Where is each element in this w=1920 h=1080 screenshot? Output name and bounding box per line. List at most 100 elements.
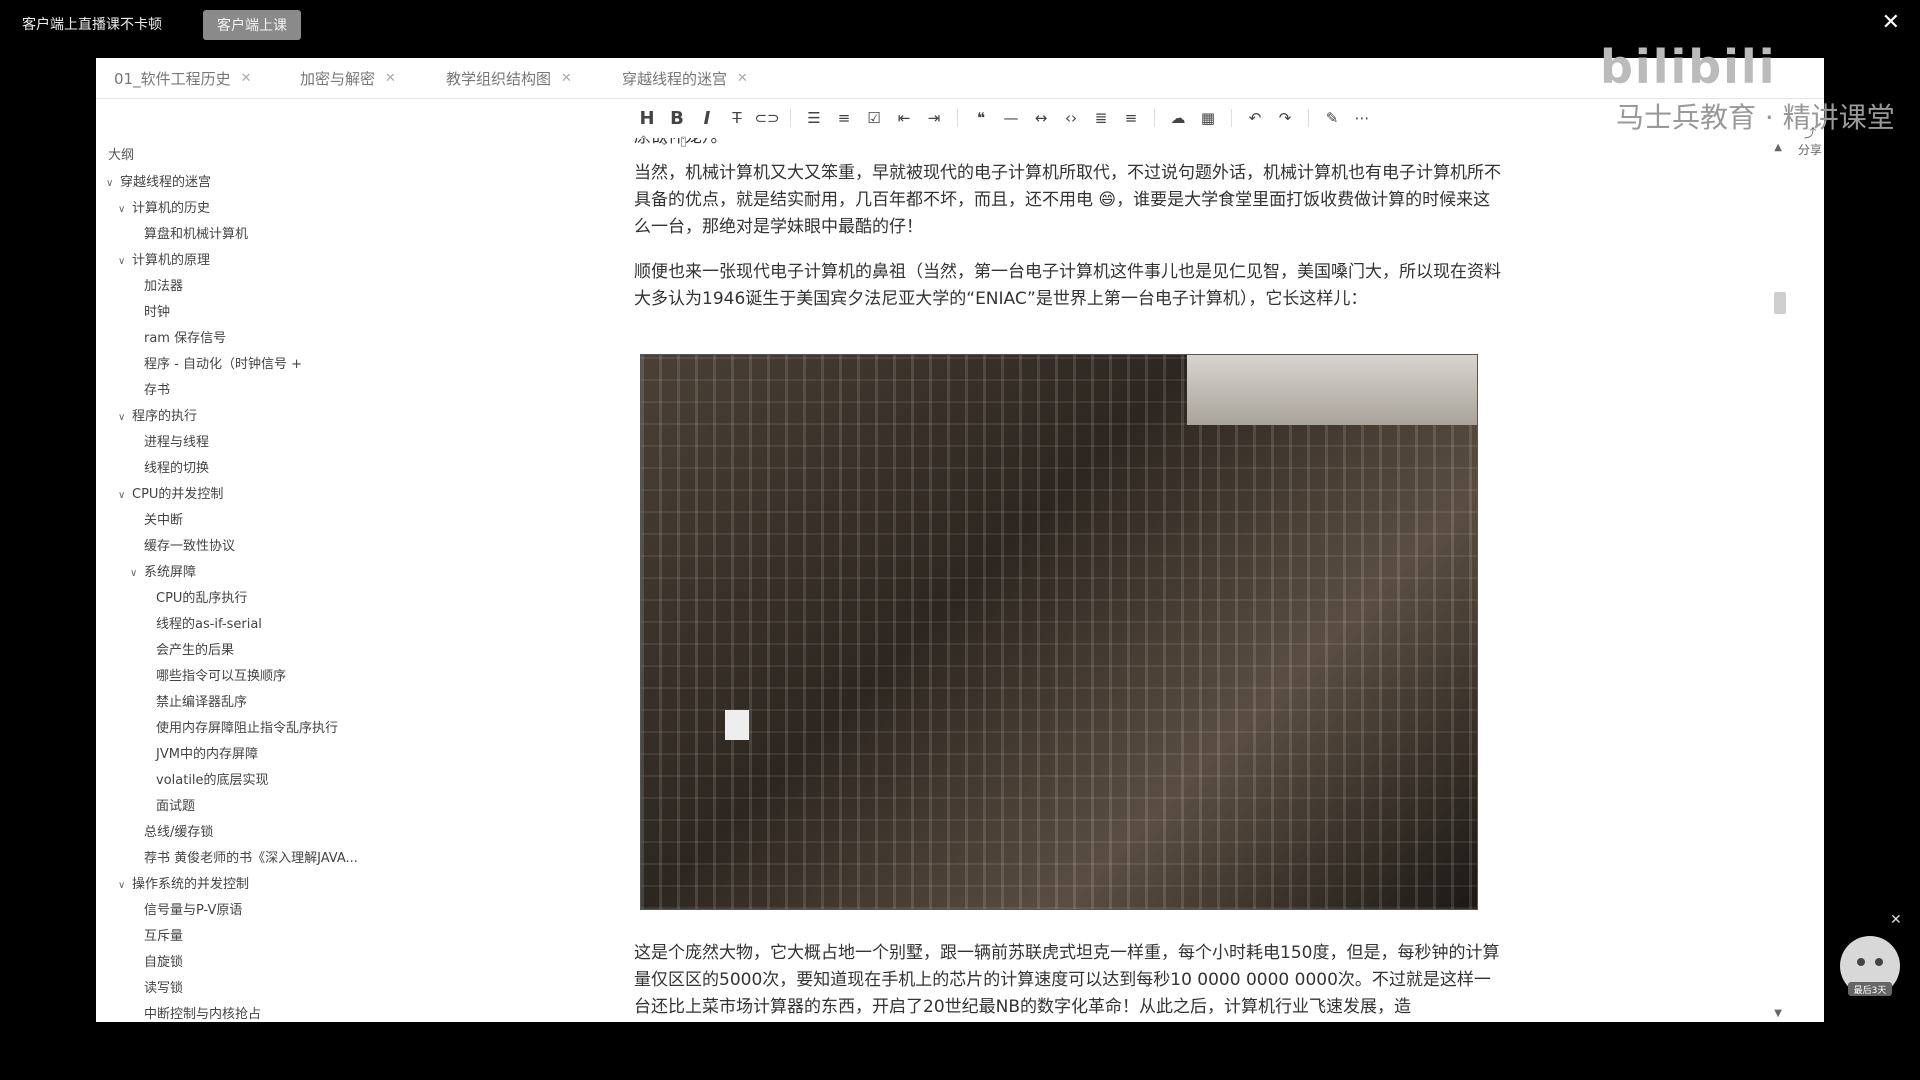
chevron-down-icon[interactable]: ∨ [130,561,144,587]
outline-item-label: 加法器 [144,279,184,294]
chevron-down-icon[interactable]: ∨ [118,483,132,509]
tab-software-history[interactable]: 01_软件工程历史 ✕ [114,68,252,89]
cloud-icon[interactable]: ☁ [1167,107,1189,129]
outline-item[interactable]: CPU的乱序执行 [106,586,358,612]
tab-encryption[interactable]: 加密与解密 ✕ [300,68,396,89]
outline-item[interactable]: 哪些指令可以互换顺序 [106,664,358,690]
outline-item[interactable]: 关中断 [106,508,358,534]
chevron-down-icon[interactable]: ∨ [118,405,132,431]
tab-org-chart[interactable]: 教学组织结构图 ✕ [446,68,572,89]
outline-item-label: CPU的乱序执行 [156,591,248,606]
outline-item[interactable]: ∨ 程序的执行 [106,404,358,430]
outline-item-label: 读写锁 [144,981,184,996]
pen-icon[interactable]: ✎ [1321,107,1343,129]
scroll-up-arrow[interactable]: ▲ [1774,142,1782,153]
quote-icon[interactable]: ❝ [970,107,992,129]
outline-item-label: 使用内存屏障阻止指令乱序执行 [156,721,339,736]
table-icon[interactable]: ▦ [1197,107,1219,129]
indent-decrease-icon[interactable]: ⇤ [893,107,915,129]
toolbar-divider [957,109,958,127]
client-class-button[interactable]: 客户端上课 [203,10,301,40]
outline-item-label: JVM中的内存屏障 [156,747,258,762]
strikethrough-icon[interactable]: T [726,107,748,129]
outline-item-label: CPU的并发控制 [132,487,224,502]
tab-close-icon[interactable]: ✕ [241,71,252,86]
chevron-down-icon[interactable]: ∨ [118,197,132,223]
horizontal-rule-icon[interactable]: — [1000,107,1022,129]
outline-item[interactable]: 禁止编译器乱序 [106,690,358,716]
tab-close-icon[interactable]: ✕ [737,71,748,86]
more-icon[interactable]: ⋯ [1351,107,1373,129]
outline-item-label: 关中断 [144,513,184,528]
outline-item-label: volatile的底层实现 [156,773,269,788]
align-icon[interactable]: ≣ [1090,107,1112,129]
tab-thread-maze[interactable]: 穿越线程的迷宫 ✕ [622,68,748,89]
outline-item[interactable]: 互斥量 [106,924,358,950]
photo-window-area [1187,355,1477,425]
outline-item[interactable]: 会产生的后果 [106,638,358,664]
chevron-down-icon[interactable]: ∨ [118,249,132,275]
code-block-icon[interactable]: ↔ [1030,107,1052,129]
outline-item[interactable]: ∨ 穿越线程的迷宫 [106,170,358,196]
toolbar-divider [1154,109,1155,127]
outline-item-label: 时钟 [144,305,171,320]
scrollbar-thumb[interactable] [1774,292,1786,314]
chevron-down-icon[interactable]: ∨ [106,171,120,197]
outline-item[interactable]: 进程与线程 [106,430,358,456]
outline-item-label: 计算机的原理 [132,253,211,268]
outline-item[interactable]: ram 保存信号 [106,326,358,352]
close-icon[interactable]: ✕ [1882,10,1900,35]
outline-item[interactable]: 读写锁 [106,976,358,1002]
site-watermark: bilibili [1600,40,1777,94]
outline-item[interactable]: JVM中的内存屏障 [106,742,358,768]
outline-item[interactable]: volatile的底层实现 [106,768,358,794]
outline-item-label: 程序 - 自动化（时钟信号 + [144,357,302,372]
outline-item-label: 总线/缓存锁 [144,825,214,840]
outline-item[interactable]: 时钟 [106,300,358,326]
redo-icon[interactable]: ↷ [1274,107,1296,129]
outline-item[interactable]: 线程的切换 [106,456,358,482]
outline-item[interactable]: 荐书 黄俊老师的书《深入理解JAVA... [106,846,358,872]
outline-item-label: 缓存一致性协议 [144,539,236,554]
indent-increase-icon[interactable]: ⇥ [923,107,945,129]
heading-icon[interactable]: H [636,107,658,129]
eniac-photo [640,354,1478,910]
outline-item[interactable]: 缓存一致性协议 [106,534,358,560]
outline-item[interactable]: ∨ CPU的并发控制 [106,482,358,508]
outline-item[interactable]: 自旋锁 [106,950,358,976]
outline-item[interactable]: 总线/缓存锁 [106,820,358,846]
format-icon[interactable]: ≡ [1120,107,1142,129]
outline-item[interactable]: 线程的as-if-serial [106,612,358,638]
clipped-line: 原欲仲宠）。 [634,138,1504,151]
outline-item[interactable]: ∨ 计算机的历史 [106,196,358,222]
scroll-down-arrow[interactable]: ▼ [1774,1008,1782,1019]
bullet-list-icon[interactable]: ☰ [803,107,825,129]
outline-item[interactable]: 面试题 [106,794,358,820]
inline-code-icon[interactable]: ‹› [1060,107,1082,129]
italic-icon[interactable]: I [696,107,718,129]
outline-item-label: 自旋锁 [144,955,184,970]
outline-item[interactable]: 使用内存屏障阻止指令乱序执行 [106,716,358,742]
outline-item-label: 荐书 黄俊老师的书《深入理解JAVA... [144,851,358,866]
outline-item[interactable]: 中断控制与内核抢占 [106,1002,358,1028]
outline-item[interactable]: 存书 [106,378,358,404]
close-icon[interactable]: ✕ [1890,912,1902,928]
numbered-list-icon[interactable]: ≡ [833,107,855,129]
link-icon[interactable]: ⊂⊃ [754,107,779,129]
checkbox-icon[interactable]: ☑ [863,107,885,129]
paragraph-3: 这是个庞然大物，它大概占地一个别墅，跟一辆前苏联虎式坦克一样重，每个小时耗电15… [634,943,1500,1017]
tab-close-icon[interactable]: ✕ [385,71,396,86]
outline-item[interactable]: 信号量与P-V原语 [106,898,358,924]
outline-item[interactable]: ∨ 操作系统的并发控制 [106,872,358,898]
mascot-icon[interactable]: 最后3天 [1834,930,1906,1002]
toolbar-divider [1308,109,1309,127]
tab-close-icon[interactable]: ✕ [561,71,572,86]
bold-icon[interactable]: B [666,107,688,129]
outline-item[interactable]: ∨ 计算机的原理 [106,248,358,274]
outline-item[interactable]: ∨ 系统屏障 [106,560,358,586]
outline-item[interactable]: 加法器 [106,274,358,300]
undo-icon[interactable]: ↶ [1244,107,1266,129]
chevron-down-icon[interactable]: ∨ [118,873,132,899]
outline-item[interactable]: 算盘和机械计算机 [106,222,358,248]
outline-item[interactable]: 程序 - 自动化（时钟信号 + [106,352,358,378]
